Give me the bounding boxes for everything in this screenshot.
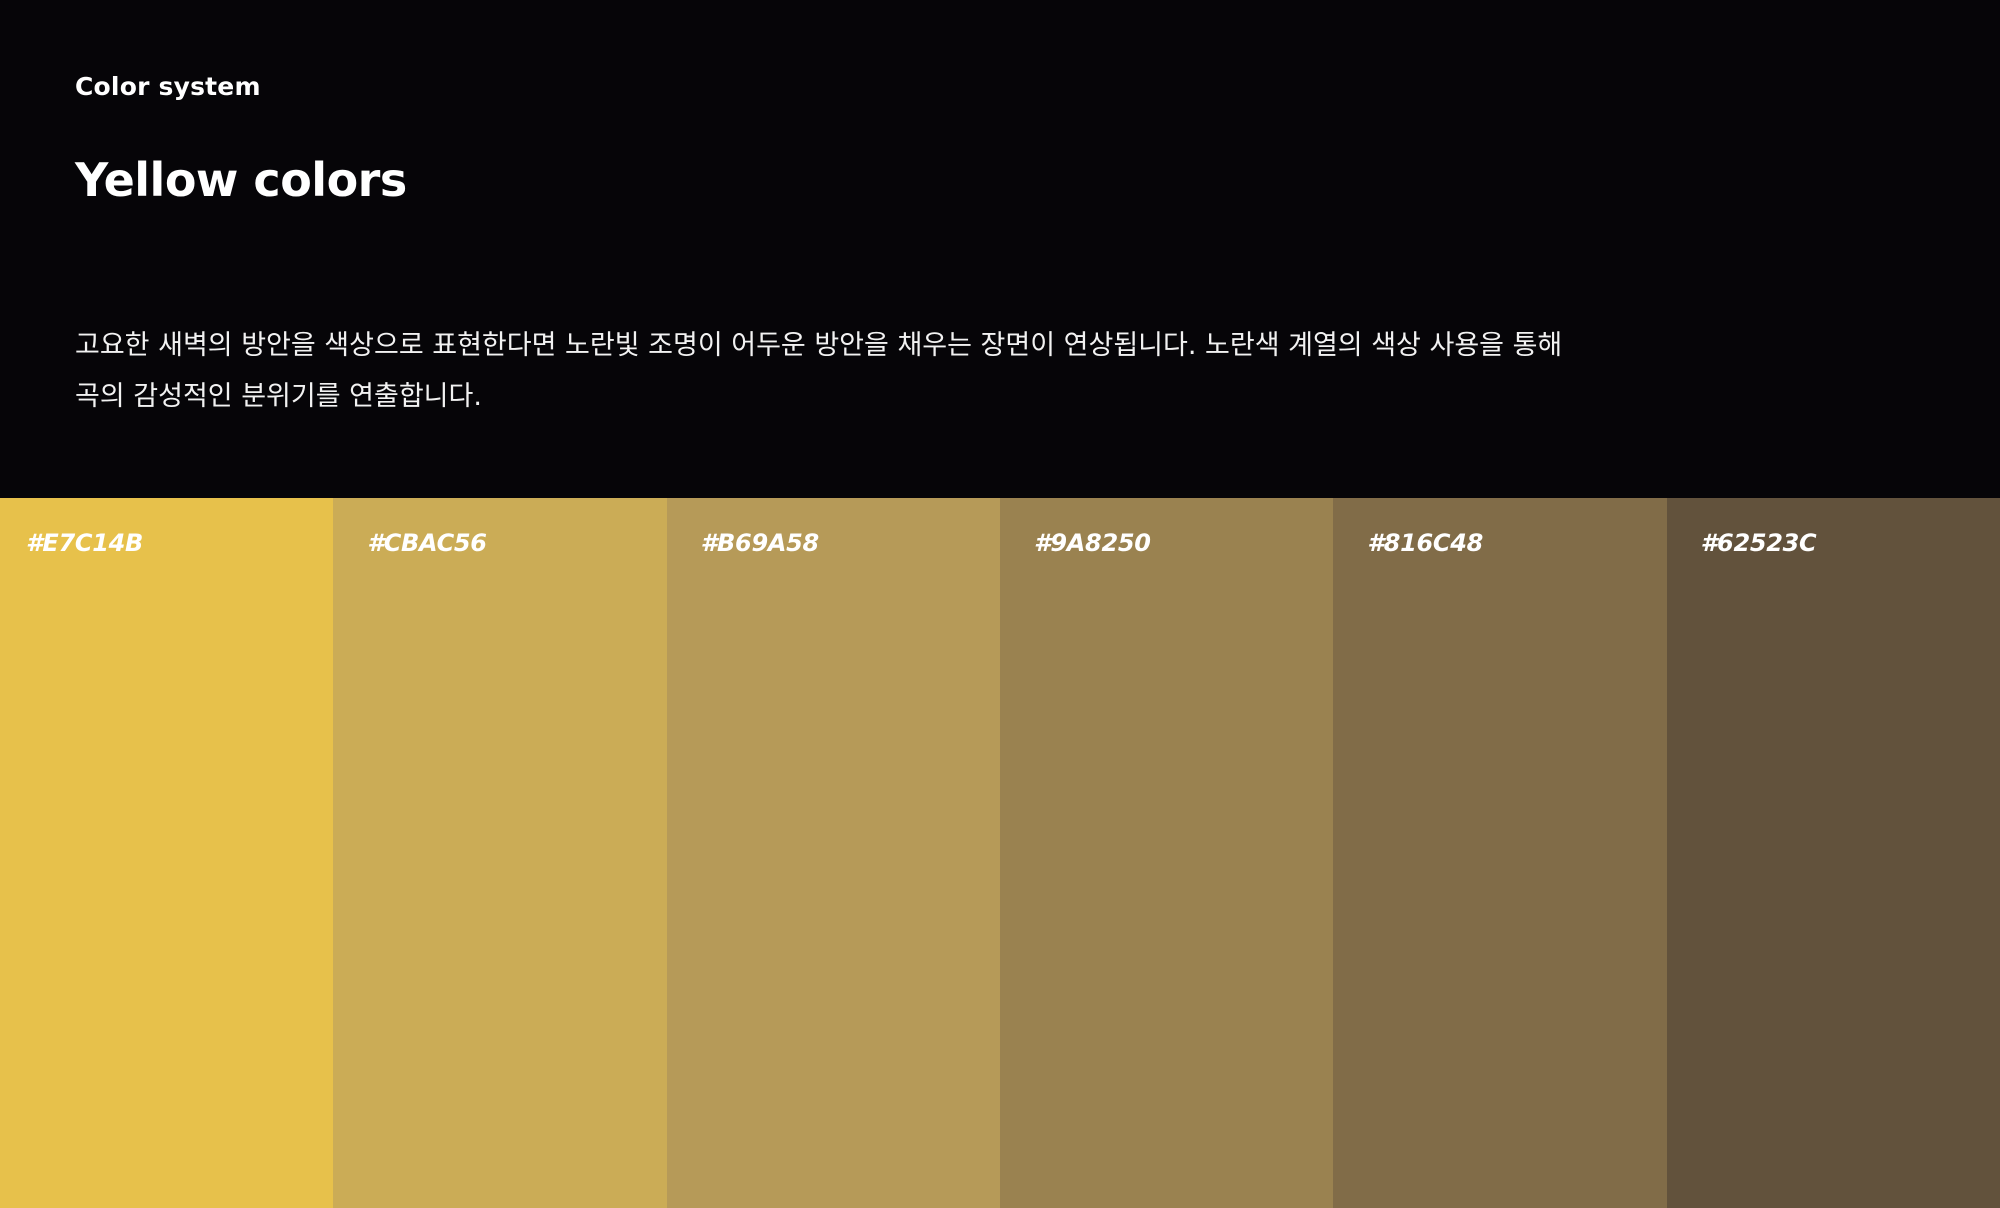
color-swatch-hex-label: #62523C (1700, 529, 1817, 557)
color-swatch: #E7C14B (0, 498, 334, 1208)
color-swatch-hex-label: #CBAC56 (367, 529, 487, 557)
color-swatch-hex-label: #E7C14B (26, 529, 143, 557)
page-description: 고요한 새벽의 방안을 색상으로 표현한다면 노란빛 조명이 어두운 방안을 채… (75, 330, 1563, 412)
color-swatch: #9A8250 (999, 498, 1334, 1208)
color-swatch: #B69A58 (666, 498, 1000, 1208)
page-title: Yellow colors (75, 153, 407, 207)
color-swatch: #CBAC56 (333, 498, 667, 1208)
color-swatch-hex-label: #816C48 (1367, 529, 1484, 557)
color-swatch-row: #E7C14B #CBAC56 #B69A58 #9A8250 #816C48 … (0, 498, 2000, 1208)
color-swatch: #816C48 (1333, 498, 1667, 1208)
color-swatch: #62523C (1666, 498, 2000, 1208)
color-swatch-hex-label: #9A8250 (1033, 529, 1151, 557)
header-section: Color system Yellow colors 고요한 새벽의 방안을 색… (0, 0, 2000, 498)
color-swatch-hex-label: #B69A58 (700, 529, 820, 557)
section-eyebrow: Color system (75, 72, 261, 101)
